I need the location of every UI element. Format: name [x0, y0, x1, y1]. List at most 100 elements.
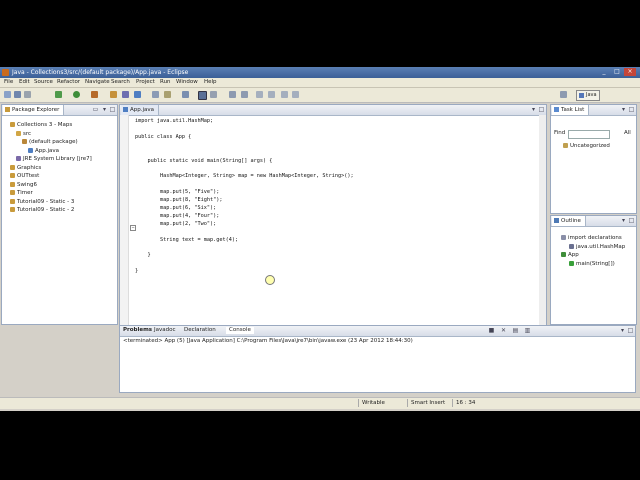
code-line[interactable]: public class App { [135, 134, 191, 141]
maximize-view-icon[interactable]: □ [628, 106, 635, 113]
tab-app-java[interactable]: App.java [121, 105, 160, 115]
menu-file[interactable]: File [4, 79, 13, 86]
show-whitespace-icon[interactable] [198, 91, 207, 100]
search-icon[interactable] [164, 91, 171, 98]
code-line[interactable]: import java.util.HashMap; [135, 118, 213, 125]
tree-item[interactable]: Timer [10, 190, 33, 197]
run-icon[interactable] [73, 91, 80, 98]
close-button[interactable]: × [624, 68, 636, 76]
java-perspective-icon [579, 93, 584, 98]
menu-project[interactable]: Project [136, 79, 155, 86]
menu-search[interactable]: Search [111, 79, 130, 86]
tab-task-list[interactable]: Task List [552, 105, 590, 115]
project-icon [10, 207, 15, 212]
menu-window[interactable]: Window [176, 79, 198, 86]
minimize-view-icon[interactable]: ▾ [620, 217, 627, 224]
tree-item[interactable]: src [16, 130, 31, 138]
tree-item[interactable]: (default package) [22, 139, 78, 146]
maximize-button[interactable]: □ [611, 68, 623, 76]
tab-declaration[interactable]: Declaration [184, 327, 216, 334]
menu-help[interactable]: Help [204, 79, 217, 86]
save-icon[interactable] [14, 91, 21, 98]
menu-run[interactable]: Run [160, 79, 171, 86]
tree-item[interactable]: Swing6 [10, 181, 37, 189]
code-line[interactable]: HashMap<Integer, String> map = new HashM… [135, 173, 354, 180]
minimize-view-icon[interactable]: ▾ [530, 106, 537, 113]
library-icon [16, 156, 21, 161]
maximize-view-icon[interactable]: □ [109, 106, 116, 113]
outline-item[interactable]: App [561, 252, 579, 259]
menu-edit[interactable]: Edit [19, 79, 30, 86]
fold-toggle-icon[interactable]: − [130, 225, 136, 231]
code-line[interactable]: map.put(4, "Four"); [135, 213, 219, 220]
menu-navigate[interactable]: Navigate [85, 79, 110, 86]
maximize-view-icon[interactable]: □ [628, 217, 635, 224]
source-folder-icon [16, 130, 21, 136]
code-line[interactable]: map.put(5, "Five"); [135, 189, 219, 196]
scroll-lock-icon[interactable]: ▤ [512, 327, 519, 334]
next-annotation-icon[interactable] [229, 91, 236, 98]
uncategorized-label: Uncategorized [570, 143, 610, 149]
block-selection-icon[interactable] [210, 91, 217, 98]
maximize-view-icon[interactable]: □ [627, 327, 634, 334]
new-icon[interactable] [4, 91, 11, 98]
tree-item[interactable]: App.java [28, 147, 59, 155]
back-icon[interactable] [256, 91, 263, 98]
debug-icon[interactable] [55, 91, 62, 98]
external-tools-icon[interactable] [91, 91, 98, 98]
tree-item[interactable]: Tutorial09 - Static - 3 [10, 198, 74, 206]
code-line[interactable]: String text = map.get(4); [135, 237, 238, 244]
outline-item[interactable]: java.util.HashMap [569, 243, 625, 251]
remove-launch-icon[interactable]: ✕ [500, 327, 507, 334]
new-class-icon[interactable] [134, 91, 141, 98]
tab-console[interactable]: Console [226, 327, 254, 334]
status-insert-mode: Smart Insert [407, 399, 451, 407]
collapse-all-icon[interactable]: ▭ [92, 106, 99, 113]
new-package-icon[interactable] [122, 91, 129, 98]
outline-item[interactable]: import declarations [561, 235, 622, 242]
maximize-view-icon[interactable]: □ [538, 106, 545, 113]
pin-console-icon[interactable]: ▥ [524, 327, 531, 334]
print-icon[interactable] [24, 91, 31, 98]
menu-refactor[interactable]: Refactor [57, 79, 80, 86]
clear-console-icon[interactable]: ■ [488, 327, 495, 334]
mouse-cursor-highlight [265, 275, 275, 285]
tab-javadoc[interactable]: Javadoc [154, 327, 176, 334]
uncategorized-item[interactable]: Uncategorized [563, 143, 610, 150]
code-line[interactable]: map.put(2, "Two"); [135, 221, 216, 228]
minimize-view-icon[interactable]: ▾ [101, 106, 108, 113]
java-app-icon [2, 69, 9, 76]
filter-all-link[interactable]: All [624, 130, 631, 137]
previous-annotation-icon[interactable] [241, 91, 248, 98]
tab-outline[interactable]: Outline [552, 216, 586, 226]
tab-package-explorer[interactable]: Package Explorer [3, 105, 65, 115]
tree-item[interactable]: Tutorial09 - Static - 2 [10, 207, 74, 214]
code-line[interactable]: public static void main(String[] args) { [135, 158, 272, 165]
code-line[interactable]: map.put(6, "Six"); [135, 205, 216, 212]
new-java-project-icon[interactable] [110, 91, 117, 98]
title-bar: Java - Collections3/src/(default package… [0, 67, 640, 78]
open-type-icon[interactable] [152, 91, 159, 98]
minimize-view-icon[interactable]: ▾ [619, 327, 626, 334]
tree-item[interactable]: JRE System Library [jre7] [16, 156, 92, 163]
find-input[interactable] [568, 130, 610, 139]
outline-item-label: main(String[]) [576, 260, 615, 267]
menu-source[interactable]: Source [34, 79, 53, 86]
code-line[interactable]: } [135, 252, 150, 259]
java-file-icon [123, 107, 128, 112]
minimize-button[interactable]: _ [598, 68, 610, 76]
tree-item[interactable]: OUTtest [10, 173, 39, 180]
outline-item[interactable]: main(String[]) [569, 260, 615, 268]
toggle-mark-icon[interactable] [182, 91, 189, 98]
code-line[interactable]: } [135, 268, 138, 275]
tab-problems[interactable]: Problems [123, 327, 152, 334]
tree-item[interactable]: Collections 3 - Maps [10, 122, 72, 129]
open-perspective-icon[interactable] [560, 91, 567, 98]
tree-item[interactable]: Graphics [10, 164, 41, 172]
minimize-view-icon[interactable]: ▾ [620, 106, 627, 113]
code-line[interactable]: map.put(8, "Eight"); [135, 197, 222, 204]
forward-icon[interactable] [268, 91, 275, 98]
java-perspective-button[interactable]: Java [576, 90, 600, 101]
last-edit-icon[interactable] [281, 91, 288, 98]
pin-icon[interactable] [292, 91, 299, 98]
